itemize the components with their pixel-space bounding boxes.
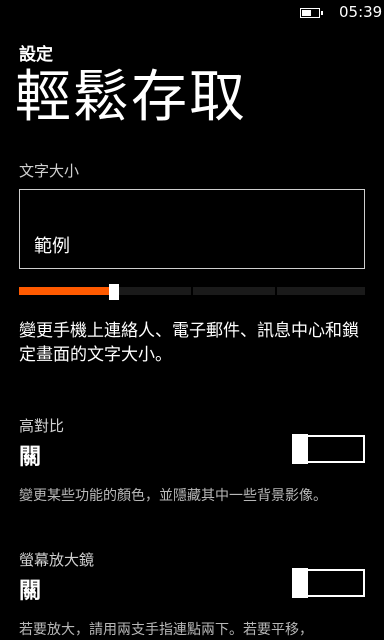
high-contrast-state: 關	[19, 445, 42, 470]
app-title: 設定	[19, 45, 53, 65]
high-contrast-description: 變更某些功能的顏色，並隱藏其中一些背景影像。	[19, 488, 327, 504]
high-contrast-label: 高對比	[19, 417, 65, 435]
slider-fill	[19, 287, 109, 295]
magnifier-toggle[interactable]	[292, 568, 365, 598]
text-size-slider[interactable]	[19, 284, 365, 300]
status-bar: 05:39	[0, 0, 384, 28]
battery-icon	[300, 8, 323, 18]
status-clock: 05:39	[339, 3, 383, 21]
slider-thumb[interactable]	[109, 284, 119, 300]
magnifier-label: 螢幕放大鏡	[19, 551, 95, 569]
toggle-knob	[292, 568, 308, 598]
slider-step-divider	[191, 287, 193, 295]
magnifier-state: 關	[19, 579, 42, 604]
toggle-knob	[292, 434, 308, 464]
battery-fill	[302, 10, 311, 16]
slider-step-divider	[275, 287, 277, 295]
page-title: 輕鬆存取	[15, 65, 247, 130]
text-size-description: 變更手機上連絡人、電子郵件、訊息中心和鎖定畫面的文字大小。	[19, 321, 359, 365]
text-size-sample: 範例	[34, 236, 70, 257]
text-size-preview-box: 範例	[19, 189, 365, 269]
text-size-label: 文字大小	[19, 162, 80, 180]
magnifier-description: 若要放大，請用兩支手指連點兩下。若要平移，	[19, 622, 313, 638]
high-contrast-toggle[interactable]	[292, 434, 365, 464]
